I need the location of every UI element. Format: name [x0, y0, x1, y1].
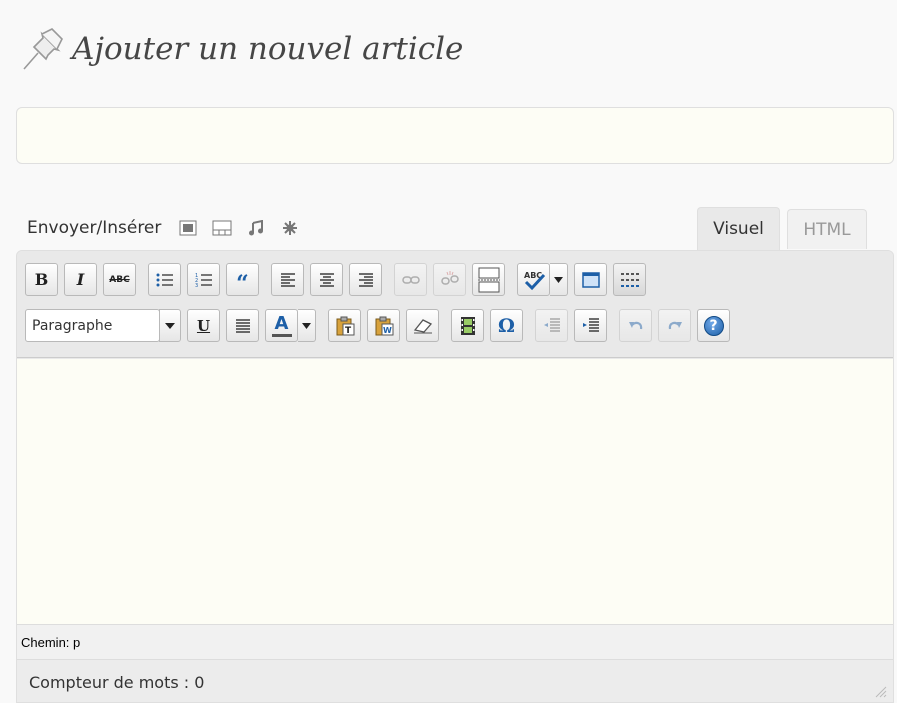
- bold-button[interactable]: B: [25, 263, 58, 296]
- fullscreen-icon: [581, 271, 600, 288]
- quote-label: “: [236, 270, 249, 297]
- kitchen-sink-icon: [620, 272, 639, 287]
- spellcheck-button[interactable]: ABC: [517, 263, 550, 296]
- tab-html[interactable]: HTML: [787, 209, 867, 249]
- element-path-bar: Chemin: p: [17, 624, 893, 660]
- insert-link-button[interactable]: [394, 263, 427, 296]
- help-icon: ?: [703, 315, 724, 336]
- upload-insert-label: Envoyer/Insérer: [27, 218, 162, 238]
- toolbar-toggle-button[interactable]: [613, 263, 646, 296]
- outdent-button[interactable]: [535, 309, 568, 342]
- paste-text-icon: T: [336, 316, 354, 336]
- spellcheck-icon: ABC: [524, 271, 545, 290]
- indent-icon: [582, 317, 599, 332]
- text-color-dropdown[interactable]: [298, 309, 316, 342]
- resize-handle-icon[interactable]: [873, 684, 887, 698]
- bold-label: B: [34, 270, 49, 289]
- chevron-down-icon: [302, 322, 311, 329]
- underline-button[interactable]: U: [187, 309, 220, 342]
- indent-button[interactable]: [574, 309, 607, 342]
- fullscreen-button[interactable]: [574, 263, 607, 296]
- unlink-icon: [440, 270, 459, 285]
- tab-visual[interactable]: Visuel: [697, 207, 780, 250]
- outdent-icon: [543, 317, 560, 332]
- bullet-list-icon: [156, 273, 173, 286]
- format-select[interactable]: Paragraphe: [25, 309, 160, 342]
- eraser-icon: [413, 318, 432, 333]
- chevron-down-icon: [165, 322, 175, 329]
- image-icon[interactable]: [177, 217, 199, 239]
- paste-word-icon: W: [375, 316, 393, 335]
- align-left-button[interactable]: [271, 263, 304, 296]
- toolbar-row-1: B I ABC 123 “ ABC: [25, 263, 652, 296]
- underline-label: U: [196, 316, 211, 335]
- color-swatch: [271, 333, 292, 337]
- bullet-list-button[interactable]: [148, 263, 181, 296]
- strikethrough-button[interactable]: ABC: [103, 263, 136, 296]
- editor-content-area[interactable]: [17, 359, 893, 624]
- svg-text:W: W: [383, 326, 392, 335]
- align-left-icon: [280, 272, 295, 287]
- align-right-icon: [358, 272, 373, 287]
- element-path: Chemin: p: [21, 634, 81, 650]
- insert-more-button[interactable]: [472, 263, 505, 296]
- spellcheck-language-dropdown[interactable]: [550, 263, 568, 296]
- film-icon: [460, 316, 475, 335]
- italic-button[interactable]: I: [64, 263, 97, 296]
- strike-label: ABC: [109, 274, 130, 285]
- paste-text-button[interactable]: T: [328, 309, 361, 342]
- undo-icon: [628, 321, 642, 329]
- italic-label: I: [76, 270, 85, 289]
- redo-icon: [668, 321, 682, 329]
- page-title: Ajouter un nouvel article: [72, 31, 464, 67]
- pushpin-icon: [23, 28, 63, 70]
- undo-button[interactable]: [619, 309, 652, 342]
- format-select-dropdown[interactable]: [159, 309, 181, 342]
- special-character-button[interactable]: Ω: [490, 309, 523, 342]
- align-justify-icon: [235, 318, 250, 333]
- editor-toolbar: B I ABC 123 “ ABC Paragraphe U A T W Ω ?: [17, 251, 893, 358]
- justify-button[interactable]: [226, 309, 259, 342]
- svg-text:T: T: [345, 326, 352, 336]
- chevron-down-icon: [554, 276, 563, 283]
- video-icon[interactable]: [211, 217, 233, 239]
- font-color-label: A: [274, 312, 289, 334]
- align-right-button[interactable]: [349, 263, 382, 296]
- unlink-button[interactable]: [433, 263, 466, 296]
- numbered-list-icon: 123: [195, 273, 212, 288]
- page-header: Ajouter un nouvel article: [18, 22, 463, 76]
- align-center-button[interactable]: [310, 263, 343, 296]
- numbered-list-button[interactable]: 123: [187, 263, 220, 296]
- link-icon: [401, 275, 420, 284]
- omega-label: Ω: [498, 314, 515, 337]
- status-bar: Compteur de mots : 0: [17, 660, 893, 702]
- svg-text:3: 3: [195, 283, 198, 288]
- remove-format-button[interactable]: [406, 309, 439, 342]
- format-select-value: Paragraphe: [32, 317, 113, 334]
- more-tag-icon: [477, 267, 500, 292]
- editor-container: B I ABC 123 “ ABC Paragraphe U A T W Ω ?…: [16, 250, 894, 703]
- audio-icon[interactable]: [245, 217, 267, 239]
- media-icon[interactable]: [279, 217, 301, 239]
- blockquote-button[interactable]: “: [226, 263, 259, 296]
- align-center-icon: [319, 272, 334, 287]
- text-color-button[interactable]: A: [265, 309, 298, 342]
- insert-media-button[interactable]: [451, 309, 484, 342]
- paste-word-button[interactable]: W: [367, 309, 400, 342]
- post-title-input[interactable]: [16, 107, 894, 164]
- redo-button[interactable]: [658, 309, 691, 342]
- help-label: ?: [709, 317, 718, 334]
- media-buttons-bar: Envoyer/Insérer: [27, 214, 307, 242]
- help-button[interactable]: ?: [697, 309, 730, 342]
- word-count: Compteur de mots : 0: [29, 672, 205, 692]
- toolbar-row-2: Paragraphe U A T W Ω ?: [25, 309, 736, 342]
